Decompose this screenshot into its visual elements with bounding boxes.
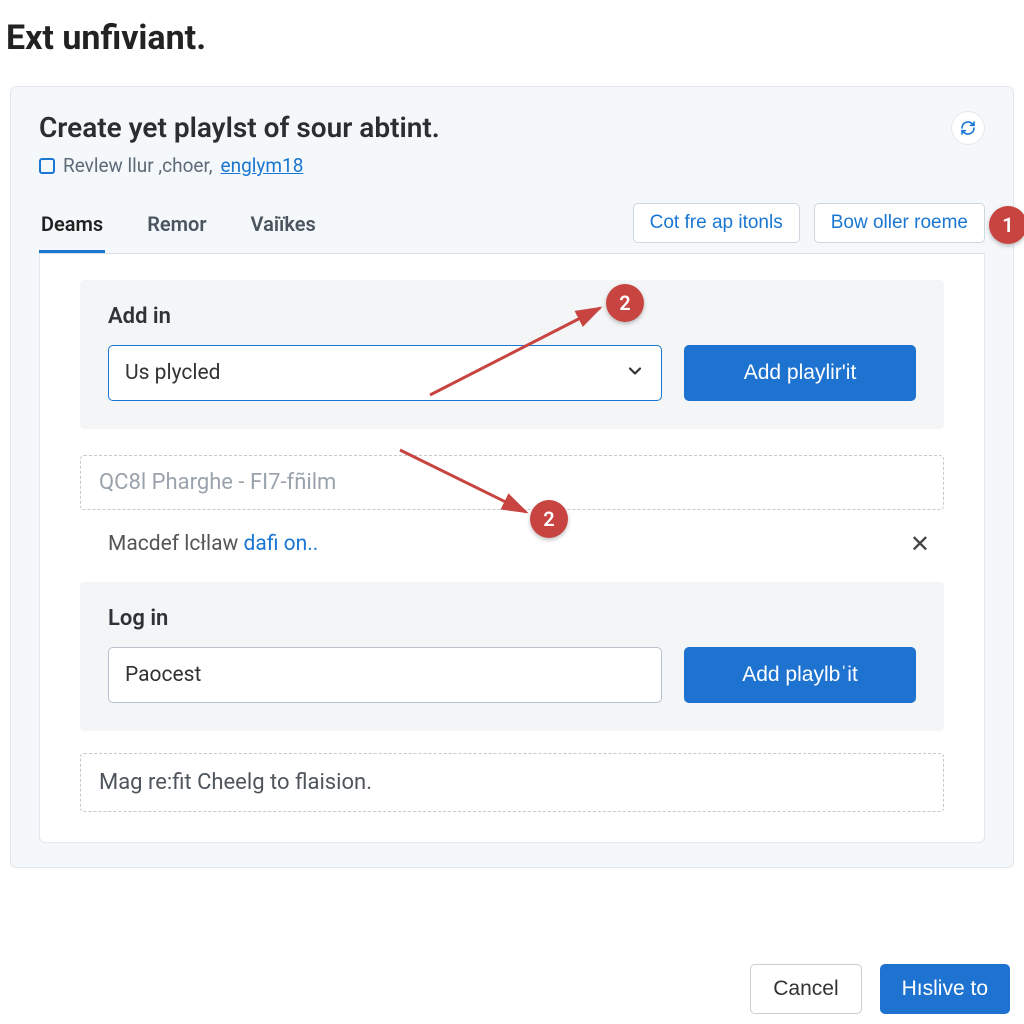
- square-icon: [39, 158, 55, 174]
- panel-sub-link[interactable]: englym18: [221, 154, 304, 177]
- tab-deams[interactable]: Deams: [39, 212, 105, 253]
- add-in-title: Add in: [108, 304, 916, 329]
- callout-2a: 2: [606, 284, 644, 322]
- tab-content: Add in Us plycled Add playlir'it QC8l Ph…: [39, 254, 985, 843]
- submit-button[interactable]: Hıslive to: [880, 964, 1010, 1014]
- login-block: Log in Paocest Add playlbˈit: [80, 582, 944, 731]
- placeholder-box-1: QC8l Pharghe - FI7-fñilm: [80, 455, 944, 510]
- macdef-row: Macdef lcłlaw dafi on.. ✕: [80, 526, 944, 562]
- chevron-down-icon: [625, 361, 645, 386]
- login-input-value: Paocest: [125, 663, 201, 687]
- add-in-select-value: Us plycled: [125, 361, 220, 385]
- callout-2b: 2: [530, 500, 568, 538]
- cancel-button[interactable]: Cancel: [750, 964, 861, 1014]
- macdef-link[interactable]: dafi on..: [244, 532, 319, 556]
- panel-subtitle: Revlew llur ,choer, englym18: [39, 154, 440, 177]
- login-title: Log in: [108, 606, 916, 631]
- add-in-block: Add in Us plycled Add playlir'it: [80, 280, 944, 429]
- add-playlist-button-1[interactable]: Add playlir'it: [684, 345, 916, 401]
- panel-title: Create yet playlst of sour abtint.: [39, 111, 440, 144]
- tab-remor[interactable]: Remor: [145, 212, 208, 253]
- footer-actions: Cancel Hıslive to: [750, 964, 1010, 1014]
- tab-row: Deams Remor Vaiïkes Cot fre ap itonls Bo…: [39, 203, 985, 254]
- page-title: Ext unfiviant.: [0, 0, 1024, 68]
- tab-vaiikes[interactable]: Vaiïkes: [249, 212, 318, 253]
- close-icon[interactable]: ✕: [902, 526, 938, 562]
- login-input[interactable]: Paocest: [108, 647, 662, 703]
- placeholder-box-2: Mag re:fit Cheelg to flaision.: [80, 753, 944, 812]
- callout-1: 1: [989, 206, 1024, 244]
- main-panel: Create yet playlst of sour abtint. Revle…: [10, 86, 1014, 868]
- refresh-icon[interactable]: [951, 111, 985, 145]
- action-cot-button[interactable]: Cot fre ap itonls: [633, 203, 800, 243]
- panel-sub-text: Revlew llur ,choer,: [63, 154, 213, 177]
- macdef-text: Macdef lcłlaw: [108, 532, 244, 556]
- add-playlist-button-2[interactable]: Add playlbˈit: [684, 647, 916, 703]
- action-bow-button[interactable]: Bow oller roeme: [814, 203, 985, 243]
- add-in-select[interactable]: Us plycled: [108, 345, 662, 401]
